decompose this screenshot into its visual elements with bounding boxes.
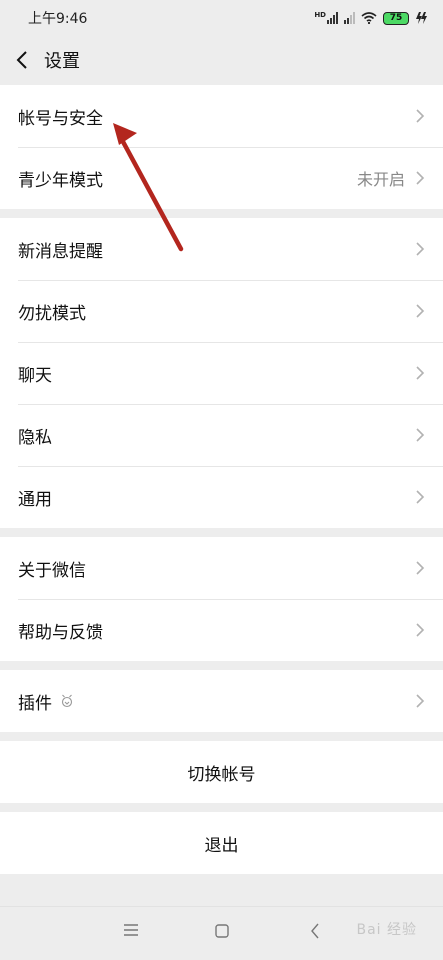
settings-item-chats[interactable]: 聊天	[0, 342, 443, 404]
settings-item-label: 通用	[18, 489, 52, 510]
settings-item-label: 插件	[18, 693, 52, 714]
settings-group-plugins: 插件	[0, 670, 443, 732]
chevron-right-icon	[416, 490, 425, 504]
settings-item-new-message-alerts[interactable]: 新消息提醒	[0, 218, 443, 280]
chevron-right-icon	[416, 109, 425, 123]
system-nav-bar: Bai 经验	[0, 906, 443, 960]
switch-account-button[interactable]: 切换帐号	[0, 741, 443, 803]
settings-screen: 上午9:46 HD 75 设置 帐号与安全 青少年模式 未开启 新消息提醒 勿扰…	[0, 0, 443, 960]
home-icon[interactable]	[214, 923, 230, 939]
status-icons: HD 75	[314, 11, 427, 25]
chevron-right-icon	[416, 366, 425, 380]
settings-item-do-not-disturb[interactable]: 勿扰模式	[0, 280, 443, 342]
cellular-signal-icon: HD	[314, 12, 338, 24]
settings-group-general: 新消息提醒 勿扰模式 聊天 隐私 通用	[0, 218, 443, 528]
settings-item-label: 帐号与安全	[18, 108, 103, 129]
settings-group-account: 帐号与安全 青少年模式 未开启	[0, 85, 443, 209]
plugin-icon	[61, 694, 73, 708]
chevron-right-icon	[416, 694, 425, 708]
settings-item-label: 关于微信	[18, 560, 86, 581]
settings-item-plugins[interactable]: 插件	[0, 670, 443, 732]
logout-button[interactable]: 退出	[0, 812, 443, 874]
chevron-right-icon	[416, 304, 425, 318]
page-title: 设置	[44, 51, 80, 72]
logout-section: 退出	[0, 812, 443, 874]
settings-item-general[interactable]: 通用	[0, 466, 443, 528]
settings-group-about: 关于微信 帮助与反馈	[0, 537, 443, 661]
chevron-right-icon	[416, 623, 425, 637]
back-button[interactable]	[0, 38, 44, 82]
settings-item-label: 新消息提醒	[18, 241, 103, 262]
settings-item-label: 青少年模式	[18, 170, 103, 191]
settings-item-teen-mode[interactable]: 青少年模式 未开启	[0, 147, 443, 209]
settings-item-label: 勿扰模式	[18, 303, 86, 324]
switch-account-section: 切换帐号	[0, 741, 443, 803]
teen-mode-status: 未开启	[356, 170, 405, 189]
charging-icon	[416, 12, 427, 24]
menu-icon[interactable]	[123, 923, 139, 937]
settings-item-about-wechat[interactable]: 关于微信	[0, 537, 443, 599]
battery-icon: 75	[383, 11, 409, 25]
chevron-left-icon	[16, 51, 27, 69]
settings-item-label: 聊天	[18, 365, 52, 386]
wifi-icon	[361, 12, 377, 24]
chevron-right-icon	[416, 428, 425, 442]
chevron-right-icon	[416, 561, 425, 575]
nav-header: 设置	[0, 36, 443, 84]
settings-item-label: 帮助与反馈	[18, 622, 103, 643]
settings-item-privacy[interactable]: 隐私	[0, 404, 443, 466]
settings-item-help-feedback[interactable]: 帮助与反馈	[0, 599, 443, 661]
settings-item-account-security[interactable]: 帐号与安全	[0, 85, 443, 147]
status-time: 上午9:46	[28, 11, 88, 27]
status-bar: 上午9:46 HD 75	[0, 0, 443, 36]
cellular-signal-2-icon	[344, 12, 355, 24]
settings-item-label: 隐私	[18, 427, 52, 448]
watermark: Bai 经验	[356, 922, 417, 938]
back-nav-icon[interactable]	[309, 923, 321, 939]
chevron-right-icon	[416, 242, 425, 256]
hd-label: HD	[314, 11, 326, 19]
chevron-right-icon	[416, 171, 425, 185]
